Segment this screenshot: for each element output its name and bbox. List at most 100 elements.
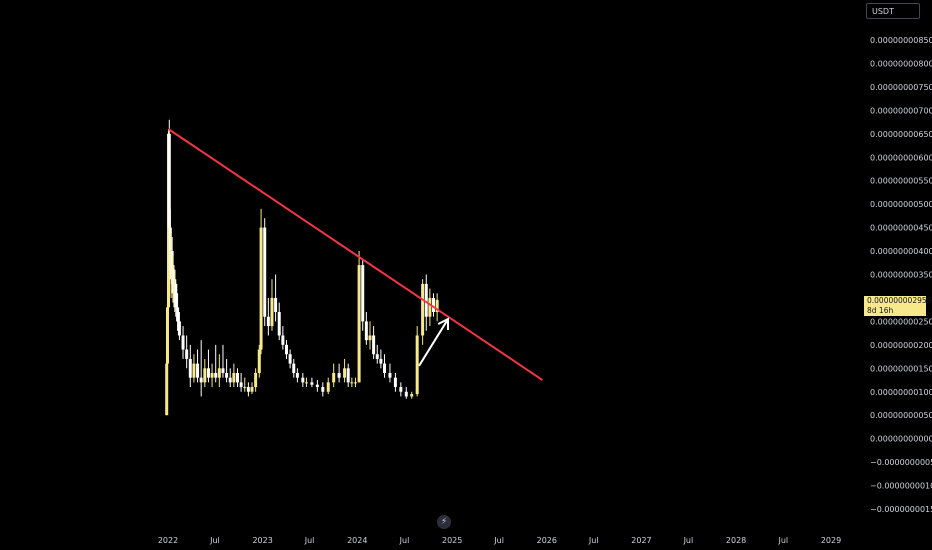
candle-body [263,227,267,317]
time-tick-label: 2028 [726,536,746,545]
candle-body [393,377,397,388]
price-tick-label: 0.0000000045000 [870,224,932,233]
price-tick-label: 0.0000000020000 [870,341,932,350]
candle-body [239,382,243,388]
price-chart[interactable]: 0.0000000085000 0.0000000080000 0.00000000… [0,0,932,550]
price-axis[interactable]: 0.0000000085000 0.0000000080000 0.00000000… [870,36,932,514]
candle-body [304,382,308,384]
candle-body [415,335,419,395]
candle-body [221,368,225,373]
candle-body [421,283,425,336]
price-tick-label: −0.0000000005000 [870,458,932,467]
time-tick-label: Jul [588,536,599,545]
price-tick-label: 0.0000000055000 [870,177,932,186]
price-tick-label: 0.0000000060000 [870,153,932,162]
price-tick-label: 0.0000000005000 [870,411,932,420]
candle-body [185,349,189,359]
price-tick-label: 0.0000000040000 [870,247,932,256]
candle-body [214,372,218,378]
tradingview-logo-icon[interactable]: ⚡ [437,515,451,529]
candle-body [210,372,214,378]
time-tick-label: 2024 [347,536,367,545]
price-tick-label: 0.0000000080000 [870,59,932,68]
price-tick-label: 0.0000000050000 [870,200,932,209]
price-tick-label: 0.0000000025000 [870,317,932,326]
candle-body [364,321,368,341]
price-tick-label: 0.0000000035000 [870,271,932,280]
candle-body [315,384,319,388]
price-tick-label: 0.0000000065000 [870,130,932,139]
time-tick-label: 2027 [631,536,651,545]
last-price-value: 0.0000000029596 [867,296,932,305]
candle-body [188,358,192,378]
candle-body [277,312,281,336]
candle-body [357,265,361,383]
candle-body [310,382,314,385]
candle-body [281,335,285,345]
time-tick-label: Jul [777,536,788,545]
price-tick-label: −0.0000000015000 [870,505,932,514]
time-tick-label: 2023 [252,536,272,545]
candle-body [254,372,258,388]
candle-body [235,372,239,383]
candle-body [177,321,181,336]
candle-body [176,307,180,322]
candle-body [428,297,432,317]
candle-body [266,316,270,327]
candle-body [295,372,299,378]
drawings-layer [167,128,543,381]
time-tick-label: 2025 [442,536,462,545]
time-tick-label: 2029 [821,536,841,545]
candle-body [337,372,341,378]
price-tick-label: 0.0000000000000 [870,435,932,444]
candle-body [383,363,387,373]
candle-body [343,368,347,378]
currency-button[interactable]: USDT [866,3,920,19]
candle-body [379,358,383,364]
candle-body [284,344,288,355]
candle-body [225,372,229,378]
time-axis[interactable]: 2022 Jul 2023 Jul 2024 Jul 2025 Jul 2026 Jul 2027 J… [158,536,841,545]
time-tick-label: Jul [304,536,315,545]
candle-body [410,394,414,397]
candle-body [346,368,350,383]
candle-body [432,297,436,313]
candle-body [259,227,263,350]
candle-body [372,335,376,355]
candle-body [232,372,236,383]
time-tick-label: 2022 [158,536,178,545]
candle-body [246,387,250,392]
price-tick-label: 0.0000000075000 [870,83,932,92]
candle-body [206,368,210,378]
candle-body [292,363,296,373]
candle-body [399,387,403,392]
time-tick-label: Jul [209,536,220,545]
candle-body [388,372,392,378]
candle-body [192,363,196,378]
candle-body [288,354,292,364]
price-tick-label: −0.0000000010000 [870,482,932,491]
bar-countdown: 8d 16h [867,306,894,315]
candle-body [301,377,305,383]
candle-body [326,382,330,392]
price-tick-label: 0.0000000085000 [870,36,932,45]
candle-body [203,368,207,383]
candle-body [243,387,247,389]
candle-body [361,265,365,322]
candle-body [228,377,232,383]
candle-body [217,368,221,378]
time-tick-label: Jul [493,536,504,545]
candle-body [350,382,354,384]
time-tick-label: 2026 [537,536,557,545]
candle-body [257,349,261,373]
time-tick-label: Jul [683,536,694,545]
candles-layer [165,119,439,416]
candle-body [250,387,254,392]
price-tick-label: 0.0000000010000 [870,388,932,397]
candle-body [174,283,178,308]
price-tick-label: 0.0000000015000 [870,364,932,373]
price-tick-label: 0.0000000070000 [870,106,932,115]
candle-body [404,391,408,397]
candle-body [274,297,278,313]
candle-body [321,387,325,392]
